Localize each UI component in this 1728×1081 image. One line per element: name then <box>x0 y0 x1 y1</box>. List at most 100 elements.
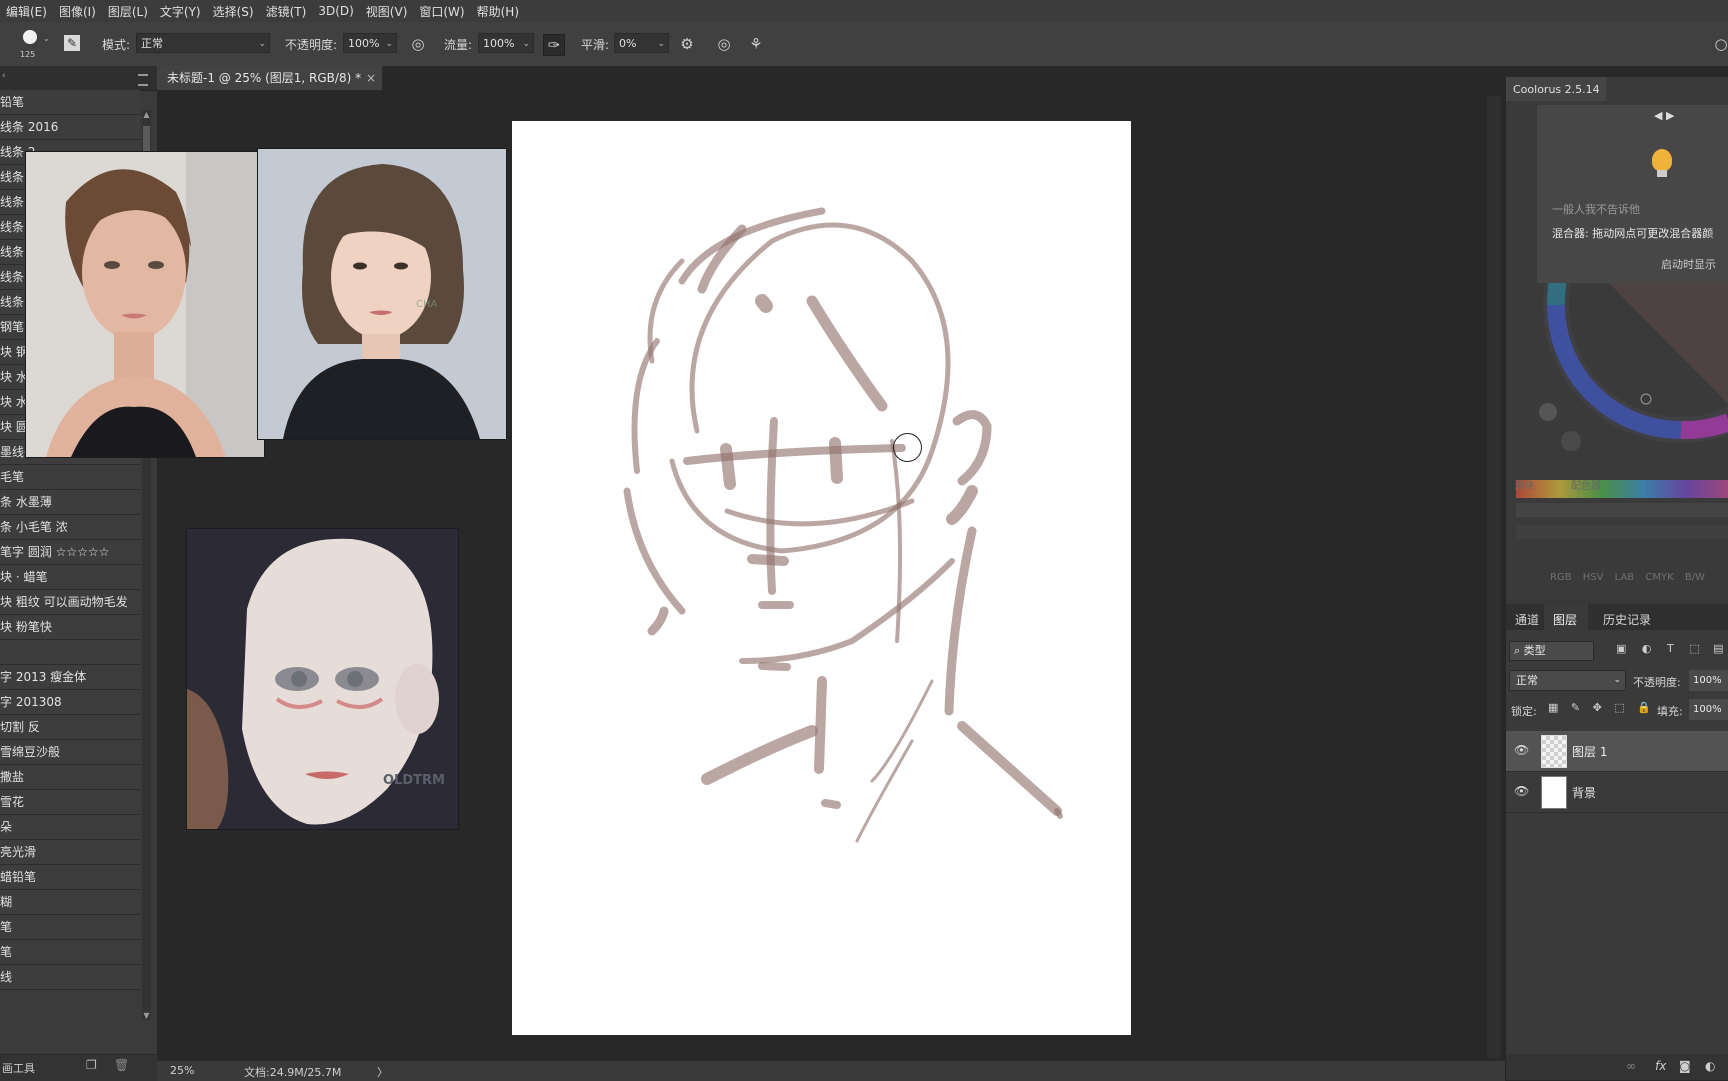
lock-pixels-icon[interactable]: ✎ <box>1571 701 1580 714</box>
document-size: 文档:24.9M/25.7M <box>244 1066 342 1079</box>
blend-mode-select[interactable]: 正常 ⌄ <box>1509 670 1626 691</box>
reference-photo-woman-1[interactable] <box>25 151 265 458</box>
document-title: 未标题-1 @ 25% (图层1, RGB/8) * <box>167 71 362 85</box>
brush-preset-item[interactable]: 撒盐 <box>0 765 140 790</box>
menu-image[interactable]: 图像(I) <box>53 3 102 20</box>
brush-preset-item[interactable]: 铅笔 <box>0 90 140 115</box>
lock-artboard-icon[interactable]: ⬚ <box>1614 701 1624 714</box>
symmetry-butterfly-icon[interactable]: ⚘ <box>746 34 766 54</box>
lock-position-icon[interactable]: ✥ <box>1593 701 1602 714</box>
document-tab[interactable]: 未标题-1 @ 25% (图层1, RGB/8) * × <box>157 66 382 90</box>
fill-input[interactable]: 100% <box>1689 699 1728 720</box>
brush-preset-item[interactable]: 块 · 蜡笔 <box>0 565 140 590</box>
visibility-eye-icon[interactable]: 👁 <box>1514 784 1529 798</box>
type-filter-icon[interactable]: T <box>1667 642 1674 655</box>
hint-nav-arrows[interactable]: ◀ ▶ <box>1654 109 1674 122</box>
reference-photo-doll[interactable]: OLDTRM <box>186 528 459 830</box>
brush-preset-item[interactable]: 雪绵豆沙般 <box>0 740 140 765</box>
new-preset-icon[interactable]: ❐ <box>86 1058 97 1072</box>
brush-preset-item[interactable]: 线条 2016 <box>0 115 140 140</box>
menu-help[interactable]: 帮助(H) <box>471 3 525 20</box>
pressure-size-icon[interactable]: ◎ <box>714 34 734 54</box>
menu-select[interactable]: 选择(S) <box>207 3 260 20</box>
reference-photo-woman-2[interactable]: CHA <box>257 148 507 440</box>
menu-window[interactable]: 窗口(W) <box>413 3 470 20</box>
shape-filter-icon[interactable]: ⬚ <box>1689 642 1699 655</box>
brush-preset-item[interactable]: 条 水墨薄 <box>0 490 140 515</box>
gear-icon[interactable]: ⚙ <box>677 34 697 54</box>
brush-preset-item[interactable]: 毛笔 <box>0 465 140 490</box>
adjustment-filter-icon[interactable]: ◐ <box>1642 642 1652 655</box>
flow-input[interactable]: 100% ⌄ <box>478 33 534 53</box>
menu-filter[interactable]: 滤镜(T) <box>260 3 313 20</box>
brush-panel-toggle-icon[interactable]: ✎ <box>64 35 80 51</box>
brush-preset-item[interactable]: 雪花 <box>0 790 140 815</box>
brush-preset-item[interactable]: 笔字 圆润 ☆☆☆☆☆ <box>0 540 140 565</box>
opacity-input[interactable]: 100% ⌄ <box>343 33 397 53</box>
trash-icon[interactable]: 🗑 <box>114 1058 129 1072</box>
airbrush-icon[interactable]: ✑ <box>543 34 565 56</box>
brush-preset-item[interactable]: 糊 <box>0 890 140 915</box>
layer-style-fx-icon[interactable]: fx <box>1655 1059 1666 1073</box>
menu-3d[interactable]: 3D(D) <box>312 4 359 18</box>
zoom-level[interactable]: 25% <box>170 1064 194 1077</box>
brush-preset-item[interactable]: 亮光滑 <box>0 840 140 865</box>
brush-preset-item[interactable]: 笔 <box>0 940 140 965</box>
mode-cmyk[interactable]: CMYK <box>1645 572 1673 583</box>
lock-all-icon[interactable]: 🔒 <box>1637 701 1651 714</box>
brush-preset-item[interactable]: 线 <box>0 965 140 990</box>
brush-preset-item[interactable]: 朵 <box>0 815 140 840</box>
lock-transparency-icon[interactable]: ▦ <box>1548 701 1558 714</box>
tab-history[interactable]: 历史记录 <box>1603 611 1651 628</box>
brush-preset-item[interactable]: 字 2013 瘦金体 <box>0 665 140 690</box>
pressure-opacity-icon[interactable]: ◎ <box>408 34 428 54</box>
brush-preset-item[interactable]: 条 小毛笔 浓 <box>0 515 140 540</box>
pixel-filter-icon[interactable]: ▣ <box>1616 642 1626 655</box>
tab-channels[interactable]: 通道 <box>1515 611 1539 628</box>
canvas-scrollbar[interactable] <box>1487 96 1501 1058</box>
smart-object-filter-icon[interactable]: ▤ <box>1713 642 1723 655</box>
mode-hsv[interactable]: HSV <box>1583 572 1604 583</box>
add-mask-icon[interactable]: ◙ <box>1679 1059 1691 1073</box>
brush-preset-item[interactable]: 块 粉笔快 <box>0 615 140 640</box>
menu-view[interactable]: 视图(V) <box>360 3 414 20</box>
hint-text-3[interactable]: 启动时显示 <box>1661 256 1716 272</box>
panel-collapse-arrow[interactable]: ‹ <box>2 71 6 81</box>
mode-select[interactable]: 正常 ⌄ <box>136 33 270 53</box>
search-icon[interactable]: ○ <box>1714 34 1728 54</box>
brush-preset-item[interactable]: 笔 <box>0 915 140 940</box>
layer-opacity-input[interactable]: 100% <box>1689 670 1728 691</box>
brush-preset-label: 雪花 <box>0 795 25 809</box>
adjustment-layer-icon[interactable]: ◐ <box>1705 1059 1715 1073</box>
panel-footer: 画工具 ❐ 🗑 <box>0 1054 157 1081</box>
layer-row[interactable]: 👁 图层 1 <box>1506 731 1728 772</box>
faint-tab-sliders[interactable]: 滑块 <box>1514 477 1534 492</box>
status-expand-arrow[interactable]: 〉 <box>377 1064 388 1080</box>
faint-tab-harmony[interactable]: 配色器 <box>1571 477 1601 492</box>
document-canvas[interactable] <box>512 121 1131 1035</box>
link-layers-icon[interactable]: ∞ <box>1626 1059 1636 1073</box>
brush-preset-item[interactable]: 蜡铅笔 <box>0 865 140 890</box>
brush-preset-item[interactable]: 切割 反 <box>0 715 140 740</box>
menu-edit[interactable]: 编辑(E) <box>0 3 53 20</box>
visibility-eye-icon[interactable]: 👁 <box>1514 743 1529 757</box>
smooth-value: 0% <box>619 37 637 50</box>
mode-lab[interactable]: LAB <box>1615 572 1635 583</box>
brush-preset-item[interactable]: 块 粗纹 可以画动物毛发 <box>0 590 140 615</box>
panel-menu-icon[interactable] <box>138 74 148 86</box>
menu-type[interactable]: 文字(Y) <box>154 3 207 20</box>
scroll-down-arrow[interactable]: ▼ <box>142 1011 151 1020</box>
layer-row[interactable]: 👁 背景 <box>1506 772 1728 813</box>
menu-layer[interactable]: 图层(L) <box>102 3 154 20</box>
close-icon[interactable]: × <box>366 66 376 90</box>
mode-rgb[interactable]: RGB <box>1550 572 1572 583</box>
tab-layers[interactable]: 图层 <box>1544 604 1588 630</box>
mode-bw[interactable]: B/W <box>1685 572 1705 583</box>
brush-preset-picker[interactable]: 125 ⌄ <box>18 28 52 62</box>
layer-filter-select[interactable]: ⌕ 类型 <box>1509 641 1594 661</box>
scroll-up-arrow[interactable]: ▲ <box>142 110 151 119</box>
smooth-input[interactable]: 0% ⌄ <box>614 33 669 53</box>
coolorus-tab[interactable]: Coolorus 2.5.14 <box>1506 77 1606 101</box>
brush-preset-item[interactable]: 字 201308 <box>0 690 140 715</box>
brush-preset-item[interactable] <box>0 640 140 665</box>
